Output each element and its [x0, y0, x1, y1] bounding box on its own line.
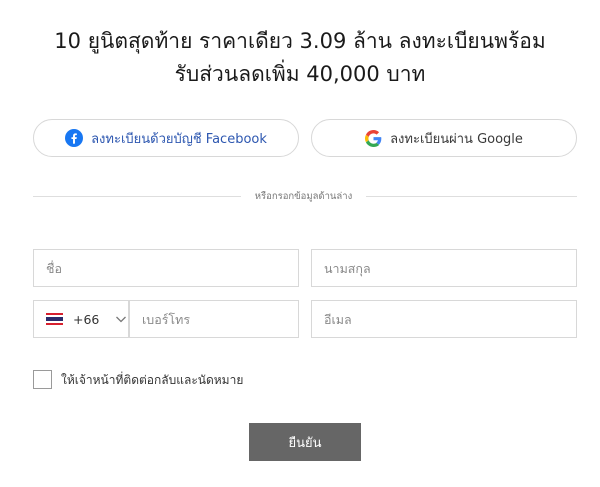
divider-right: [366, 196, 577, 197]
facebook-signup-label: ลงทะเบียนด้วยบัญชี Facebook: [91, 131, 267, 147]
phone-input[interactable]: [142, 301, 298, 337]
google-icon: [365, 129, 382, 147]
email-input[interactable]: [324, 301, 576, 337]
country-code-select[interactable]: +66: [33, 300, 129, 338]
chevron-down-icon: [115, 313, 127, 325]
dial-code: +66: [73, 311, 100, 327]
phone-field[interactable]: [129, 300, 299, 338]
first-name-input[interactable]: [46, 250, 298, 286]
google-signup-button[interactable]: ลงทะเบียนผ่าน Google: [311, 119, 577, 157]
google-signup-label: ลงทะเบียนผ่าน Google: [390, 131, 523, 147]
consent-label: ให้เจ้าหน้าที่ติดต่อกลับและนัดหมาย: [61, 373, 244, 387]
divider-text: หรือกรอกข้อมูลด้านล่าง: [254, 191, 353, 202]
facebook-signup-button[interactable]: ลงทะเบียนด้วยบัญชี Facebook: [33, 119, 299, 157]
headline-line-2: รับส่วนลดเพิ่ม 40,000 บาท: [174, 62, 426, 86]
thailand-flag-icon: [46, 313, 63, 325]
email-field[interactable]: [311, 300, 577, 338]
first-name-field[interactable]: [33, 249, 299, 287]
facebook-icon: [65, 129, 84, 147]
divider-left: [33, 196, 241, 197]
last-name-input[interactable]: [324, 250, 576, 286]
consent-checkbox[interactable]: [33, 370, 52, 389]
page-headline: 10 ยูนิตสุดท้าย ราคาเดียว 3.09 ล้าน ลงทะ…: [20, 25, 580, 91]
last-name-field[interactable]: [311, 249, 577, 287]
submit-button[interactable]: ยืนยัน: [249, 423, 361, 461]
headline-line-1: 10 ยูนิตสุดท้าย ราคาเดียว 3.09 ล้าน ลงทะ…: [54, 29, 546, 53]
